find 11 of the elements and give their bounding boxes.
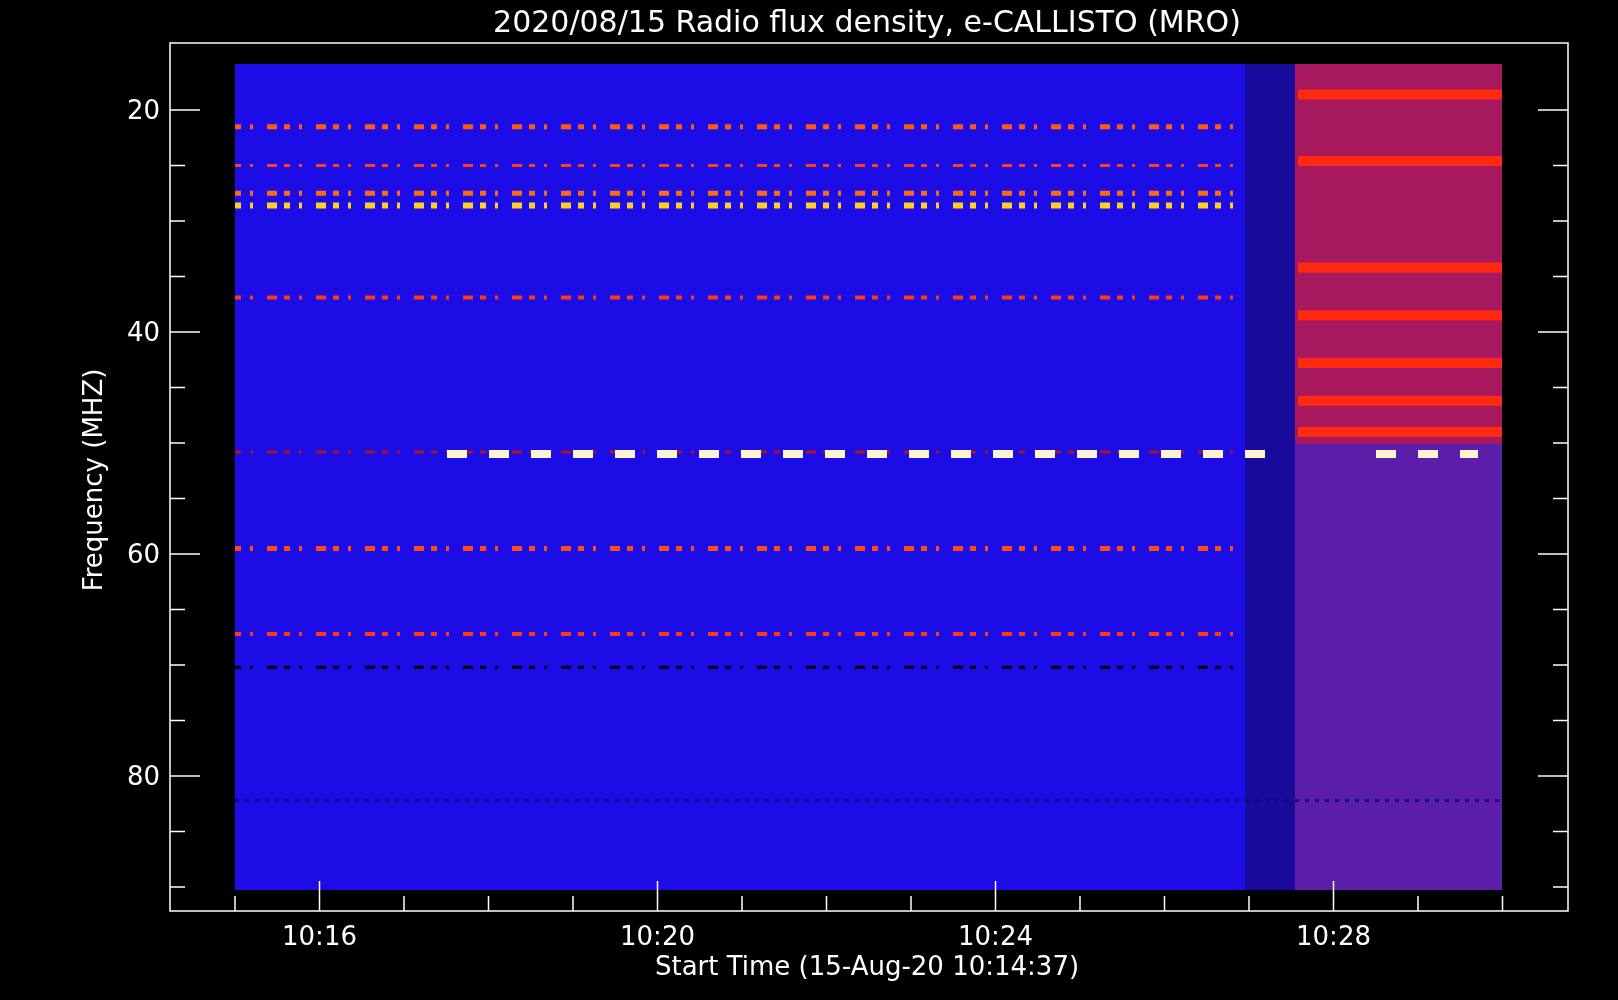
tick-label: 80 [126, 761, 160, 791]
tick-label: 20 [126, 95, 160, 125]
tick-label: 10:24 [958, 921, 1033, 951]
chart-title: 2020/08/15 Radio flux density, e-CALLISTO (MRO) [493, 4, 1241, 39]
tick-label: 10:20 [620, 921, 695, 951]
tick-label: 60 [126, 539, 160, 569]
tick-label: 10:28 [1296, 921, 1371, 951]
axis-label: Start Time (15-Aug-20 10:14:37) [654, 951, 1080, 981]
axis-label: Frequency (MHZ) [78, 368, 108, 592]
tick-label: 40 [126, 317, 160, 347]
tick-label: 10:16 [282, 921, 357, 951]
